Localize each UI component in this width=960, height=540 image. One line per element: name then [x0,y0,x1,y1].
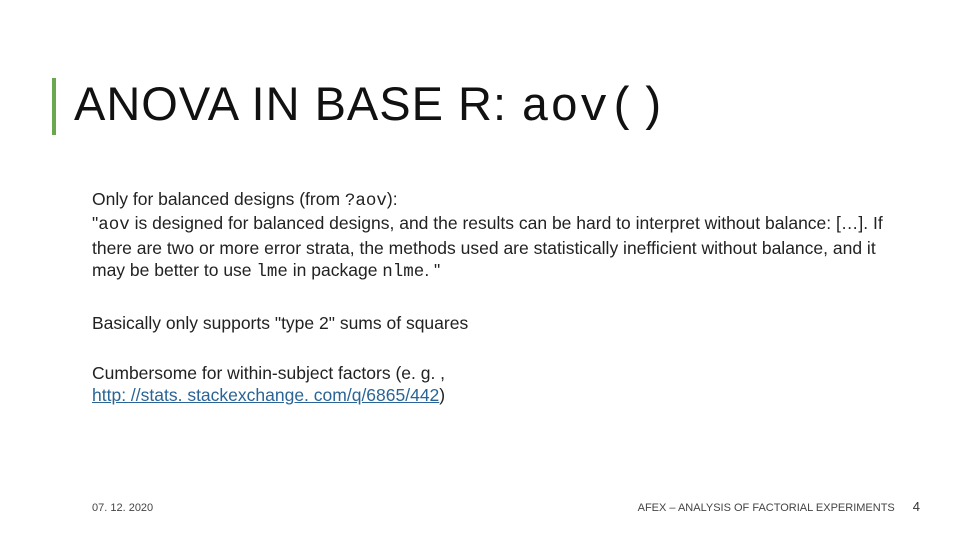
stackexchange-link[interactable]: http: //stats. stackexchange. com/q/6865… [92,385,439,405]
paragraph-balanced-designs: Only for balanced designs (from ?aov): "… [92,188,900,284]
footer-date: 07. 12. 2020 [92,502,153,514]
title-text: ANOVA IN BASE R: [74,77,521,130]
p1-tail: . " [424,260,440,280]
p1-code-lme: lme [256,262,288,282]
p1-after-code1: ): [387,189,398,209]
slide-title: ANOVA IN BASE R: aov() [74,78,667,135]
p1-rest: is designed for balanced designs, and th… [92,213,883,280]
page-number: 4 [913,499,920,514]
title-block: ANOVA IN BASE R: aov() [52,78,920,135]
title-code: aov() [521,82,667,135]
p1-lead: Only for balanced designs (from [92,189,345,209]
p1-code-aov: aov [98,215,130,235]
p1-code-help: ?aov [345,191,387,211]
footer-source: AFEX – ANALYSIS OF FACTORIAL EXPERIMENTS [638,502,895,514]
footer-right: AFEX – ANALYSIS OF FACTORIAL EXPERIMENTS… [638,499,920,514]
slide: ANOVA IN BASE R: aov() Only for balanced… [0,0,960,540]
p3-lead: Cumbersome for within-subject factors (e… [92,363,445,383]
slide-body: Only for balanced designs (from ?aov): "… [92,188,900,435]
p1-rest2: in package [288,260,382,280]
p1-code-nlme: nlme [382,262,424,282]
accent-bar [52,78,56,135]
paragraph-type2: Basically only supports "type 2" sums of… [92,312,900,334]
p3-tail: ) [439,385,445,405]
paragraph-within-subject: Cumbersome for within-subject factors (e… [92,362,900,407]
slide-footer: 07. 12. 2020 AFEX – ANALYSIS OF FACTORIA… [92,499,920,514]
